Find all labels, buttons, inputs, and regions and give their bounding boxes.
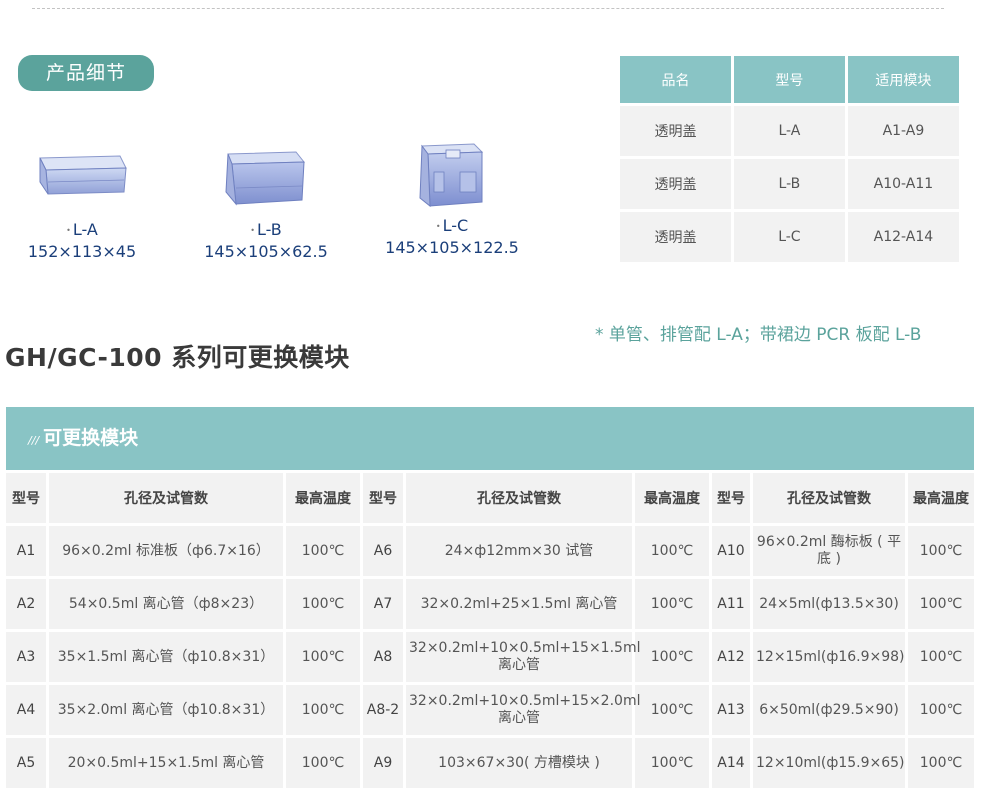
capacity-cell: 32×0.2ml+10×0.5ml+15×1.5ml 离心管 xyxy=(406,632,640,682)
table-row: A2 54×0.5ml 离心管（ф8×23） 100℃ A7 32×0.2ml+25×1… xyxy=(6,579,974,629)
product-dimensions: 145×105×122.5 xyxy=(385,237,519,257)
capacity-cell: 24×5ml(ф13.5×30) xyxy=(753,579,905,629)
product-model-label: L-C xyxy=(442,216,469,235)
column-header: 型号 xyxy=(733,56,845,103)
module-code-cell: A8-2 xyxy=(363,685,403,735)
section-label-product-detail: 产品细节 xyxy=(18,55,154,91)
table-row: 透明盖 L-C A12-A14 xyxy=(620,212,959,262)
max-temp-cell: 100℃ xyxy=(286,632,360,682)
capacity-cell: 35×1.5ml 离心管（ф10.8×31） xyxy=(49,632,283,682)
module-code-cell: A11 xyxy=(712,579,750,629)
module-code-cell: A1 xyxy=(6,526,46,576)
max-temp-cell: 100℃ xyxy=(908,685,974,735)
module-code-cell: A2 xyxy=(6,579,46,629)
max-temp-cell: 100℃ xyxy=(908,579,974,629)
table-cell: 透明盖 xyxy=(620,106,731,156)
module-code-cell: A7 xyxy=(363,579,403,629)
max-temp-cell: 100℃ xyxy=(635,526,709,576)
max-temp-cell: 100℃ xyxy=(908,738,974,788)
product-model-label: L-A xyxy=(72,220,98,239)
table-row: A5 20×0.5ml+15×1.5ml 离心管 100℃ A9 103×67×30( … xyxy=(6,738,974,788)
table-row: A3 35×1.5ml 离心管（ф10.8×31） 100℃ A8 32×0.2ml+1… xyxy=(6,632,974,682)
max-temp-cell: 100℃ xyxy=(286,738,360,788)
column-header: 型号 xyxy=(363,473,403,523)
module-code-cell: A8 xyxy=(363,632,403,682)
table-header-row: 品名 型号 适用模块 xyxy=(620,56,959,103)
product-model-label: L-B xyxy=(256,220,282,239)
column-header: 型号 xyxy=(712,473,750,523)
module-code-cell: A14 xyxy=(712,738,750,788)
module-spec-table: 型号 孔径及试管数 最高温度 型号 孔径及试管数 最高温度 型号 孔径及试管数 最高温度 A1 9… xyxy=(3,470,977,791)
product-l-c: • L-C 145×105×122.5 xyxy=(374,143,530,259)
table-row: A1 96×0.2ml 标准板（ф6.7×16） 100℃ A6 24×ф12mm×30… xyxy=(6,526,974,576)
table-row: 透明盖 L-A A1-A9 xyxy=(620,106,959,156)
table-cell: 透明盖 xyxy=(620,159,731,209)
column-header: 最高温度 xyxy=(286,473,360,523)
capacity-cell: 20×0.5ml+15×1.5ml 离心管 xyxy=(49,738,283,788)
table-cell: L-C xyxy=(733,212,845,262)
module-code-cell: A4 xyxy=(6,685,46,735)
capacity-cell: 54×0.5ml 离心管（ф8×23） xyxy=(49,579,283,629)
module-code-cell: A9 xyxy=(363,738,403,788)
module-code-cell: A12 xyxy=(712,632,750,682)
lid-spec-table: 品名 型号 适用模块 透明盖 L-A A1-A9 透明盖 L-B A10-A11… xyxy=(617,53,962,265)
column-header: 最高温度 xyxy=(908,473,974,523)
product-dimensions: 145×105×62.5 xyxy=(204,241,328,261)
max-temp-cell: 100℃ xyxy=(286,579,360,629)
module-code-cell: A6 xyxy=(363,526,403,576)
table-cell: A10-A11 xyxy=(847,159,959,209)
column-header: 孔径及试管数 xyxy=(753,473,905,523)
table-cell: L-B xyxy=(733,159,845,209)
column-header: 品名 xyxy=(620,56,731,103)
table-cell: A12-A14 xyxy=(847,212,959,262)
max-temp-cell: 100℃ xyxy=(635,632,709,682)
column-header: 型号 xyxy=(6,473,46,523)
column-header: 适用模块 xyxy=(847,56,959,103)
max-temp-cell: 100℃ xyxy=(908,526,974,576)
transparent-lid-l-c-image xyxy=(419,143,484,208)
product-dimensions: 152×113×45 xyxy=(27,241,137,261)
module-code-cell: A5 xyxy=(6,738,46,788)
capacity-cell: 96×0.2ml 标准板（ф6.7×16） xyxy=(49,526,283,576)
capacity-cell: 96×0.2ml 酶标板 ( 平底 ) xyxy=(753,526,905,576)
capacity-cell: 12×10ml(ф15.9×65) xyxy=(753,738,905,788)
module-section: ///可更换模块 型号 孔径及试管数 最高温度 型号 孔径及试管数 最高温度 型号 孔径及试管… xyxy=(6,407,974,791)
module-code-cell: A13 xyxy=(712,685,750,735)
max-temp-cell: 100℃ xyxy=(908,632,974,682)
max-temp-cell: 100℃ xyxy=(635,579,709,629)
series-title: GH/GC-100 系列可更换模块 xyxy=(5,343,350,372)
column-header: 孔径及试管数 xyxy=(406,473,632,523)
transparent-lid-l-b-image xyxy=(225,151,306,206)
table-header-row: 型号 孔径及试管数 最高温度 型号 孔径及试管数 最高温度 型号 孔径及试管数 最高温度 xyxy=(6,473,974,523)
module-code-cell: A10 xyxy=(712,526,750,576)
compatibility-note: * 单管、排管配 L-A；带裙边 PCR 板配 L-B xyxy=(595,325,922,345)
column-header: 孔径及试管数 xyxy=(49,473,283,523)
max-temp-cell: 100℃ xyxy=(286,526,360,576)
table-cell: 透明盖 xyxy=(620,212,731,262)
title-decoration: /// xyxy=(28,434,40,447)
table-row: A4 35×2.0ml 离心管（ф10.8×31） 100℃ A8-2 32×0.2ml… xyxy=(6,685,974,735)
max-temp-cell: 100℃ xyxy=(635,685,709,735)
max-temp-cell: 100℃ xyxy=(635,738,709,788)
table-cell: A1-A9 xyxy=(847,106,959,156)
max-temp-cell: 100℃ xyxy=(286,685,360,735)
table-cell: L-A xyxy=(733,106,845,156)
transparent-lid-l-a-image xyxy=(39,155,127,195)
capacity-cell: 35×2.0ml 离心管（ф10.8×31） xyxy=(49,685,283,735)
capacity-cell: 32×0.2ml+10×0.5ml+15×2.0ml 离心管 xyxy=(406,685,640,735)
table-row: 透明盖 L-B A10-A11 xyxy=(620,159,959,209)
column-header: 最高温度 xyxy=(635,473,709,523)
module-code-cell: A3 xyxy=(6,632,46,682)
capacity-cell: 24×ф12mm×30 试管 xyxy=(406,526,632,576)
product-l-a: • L-A 152×113×45 xyxy=(20,148,144,263)
capacity-cell: 32×0.2ml+25×1.5ml 离心管 xyxy=(406,579,632,629)
capacity-cell: 103×67×30( 方槽模块 ) xyxy=(406,738,632,788)
module-table-title-bar: ///可更换模块 xyxy=(6,407,974,470)
capacity-cell: 6×50ml(ф29.5×90) xyxy=(753,685,905,735)
module-table-title: 可更换模块 xyxy=(43,427,139,449)
top-divider xyxy=(32,8,944,9)
capacity-cell: 12×15ml(ф16.9×98) xyxy=(753,632,905,682)
product-l-b: • L-B 145×105×62.5 xyxy=(196,148,336,263)
